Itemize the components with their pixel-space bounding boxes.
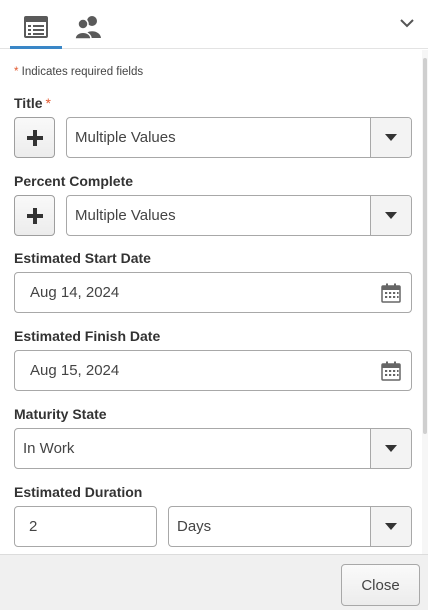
required-note-text: Indicates required fields — [18, 66, 144, 78]
required-fields-note: * Indicates required fields — [14, 66, 143, 78]
maturity-state-dropdown-icon[interactable] — [370, 429, 411, 468]
start-date-calendar-button[interactable] — [371, 273, 411, 312]
finish-date-field[interactable]: Aug 15, 2024 — [14, 350, 412, 391]
title-label: Title * — [14, 95, 51, 111]
calendar-icon — [381, 283, 401, 303]
start-date-field[interactable]: Aug 14, 2024 — [14, 272, 412, 313]
duration-input[interactable]: 2 — [14, 506, 157, 547]
plus-icon — [26, 129, 43, 146]
collapse-button[interactable] — [396, 12, 418, 34]
chevron-down-icon — [400, 18, 414, 27]
finish-date-label: Estimated Finish Date — [14, 328, 161, 344]
percent-complete-select[interactable]: Multiple Values — [66, 195, 412, 236]
percent-complete-label: Percent Complete — [14, 173, 134, 189]
duration-unit-select[interactable]: Days — [168, 506, 412, 547]
properties-form: * Indicates required fields Title * Multi… — [0, 50, 422, 554]
form-scrollbar[interactable] — [422, 50, 428, 554]
title-label-text: Title — [14, 95, 43, 111]
finish-date-value: Aug 15, 2024 — [30, 362, 120, 379]
percent-complete-dropdown-icon[interactable] — [370, 196, 411, 235]
form-list-icon — [24, 16, 48, 38]
footer-bar: Close — [0, 554, 428, 610]
start-date-value: Aug 14, 2024 — [30, 284, 120, 301]
tab-form[interactable] — [10, 6, 62, 49]
maturity-state-value: In Work — [23, 440, 75, 457]
start-date-label: Estimated Start Date — [14, 250, 151, 266]
maturity-state-select[interactable]: In Work — [14, 428, 412, 469]
plus-icon — [26, 207, 43, 224]
users-icon — [74, 16, 101, 40]
tab-people[interactable] — [62, 6, 114, 48]
maturity-state-label: Maturity State — [14, 406, 107, 422]
title-select[interactable]: Multiple Values — [66, 117, 412, 158]
calendar-icon — [381, 361, 401, 381]
duration-label: Estimated Duration — [14, 484, 143, 500]
finish-date-calendar-button[interactable] — [371, 351, 411, 390]
close-button[interactable]: Close — [341, 564, 420, 606]
tab-bar — [0, 0, 428, 49]
scrollbar-thumb[interactable] — [423, 58, 427, 434]
title-add-button[interactable] — [14, 117, 55, 158]
duration-unit-dropdown-icon[interactable] — [370, 507, 411, 546]
title-dropdown-icon[interactable] — [370, 118, 411, 157]
percent-complete-value: Multiple Values — [75, 207, 176, 224]
duration-unit-value: Days — [177, 518, 212, 535]
percent-complete-add-button[interactable] — [14, 195, 55, 236]
title-required-star: * — [45, 95, 51, 111]
title-value: Multiple Values — [75, 129, 176, 146]
